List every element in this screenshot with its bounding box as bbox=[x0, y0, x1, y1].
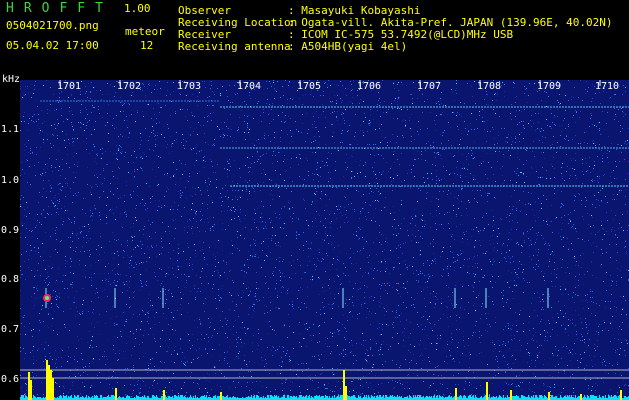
meteor-bar bbox=[343, 370, 345, 400]
x-tick: 1707 bbox=[417, 81, 442, 92]
meteor-echo-core bbox=[45, 296, 49, 300]
meteor-bar bbox=[163, 390, 165, 400]
meteor-bar bbox=[548, 392, 550, 400]
meteor-bar bbox=[345, 386, 347, 400]
x-tick: 1704 bbox=[237, 81, 262, 92]
y-tick: 0.9 bbox=[1, 225, 20, 236]
y-tick: 0.8 bbox=[1, 274, 20, 285]
x-tick: 1701 bbox=[57, 81, 82, 92]
meteor-bar bbox=[28, 372, 30, 400]
antenna-key: Receiving antenna bbox=[178, 40, 291, 53]
spectrogram-plot bbox=[20, 80, 629, 400]
y-axis-unit: kHz bbox=[2, 74, 21, 85]
location-value: : Ogata-vill. Akita-Pref. JAPAN (139.96E… bbox=[288, 16, 613, 29]
y-tick: 0.6 bbox=[1, 374, 20, 385]
meteor-label: meteor bbox=[125, 25, 165, 38]
meteor-bar bbox=[46, 360, 48, 400]
meteor-bar bbox=[52, 378, 54, 400]
x-tick: 1708 bbox=[477, 81, 502, 92]
meteor-bar bbox=[115, 388, 117, 400]
signal-band bbox=[20, 395, 629, 400]
observer-key: Observer bbox=[178, 4, 231, 17]
location-key: Receiving Location bbox=[178, 16, 298, 29]
y-tick: 1.1 bbox=[1, 124, 20, 135]
meteor-bar bbox=[486, 382, 488, 400]
version-label: 1.00 bbox=[124, 2, 151, 15]
antenna-value: : A504HB(yagi 4el) bbox=[288, 40, 408, 53]
meteor-bar bbox=[580, 394, 582, 400]
meteor-bar bbox=[620, 390, 622, 400]
observer-value: : Masayuki Kobayashi bbox=[288, 4, 421, 17]
x-tick: 1703 bbox=[177, 81, 202, 92]
receiver-key: Receiver bbox=[178, 28, 231, 41]
app-logo: HROFFT bbox=[6, 1, 113, 16]
filename-label: 0504021700.png bbox=[6, 19, 99, 32]
y-tick: 0.7 bbox=[1, 324, 20, 335]
y-tick: 1.0 bbox=[1, 175, 20, 186]
meteor-bar bbox=[30, 380, 32, 400]
x-tick: 1710 bbox=[595, 81, 620, 92]
timestamp-label: 05.04.02 17:00 bbox=[6, 39, 99, 52]
x-tick: 1702 bbox=[117, 81, 142, 92]
hrofft-window: HROFFT 1.00 0504021700.png meteor 05.04.… bbox=[0, 0, 629, 400]
spectrogram-canvas bbox=[20, 80, 629, 400]
x-tick: 1706 bbox=[357, 81, 382, 92]
meteor-count: 12 bbox=[140, 39, 154, 52]
meteor-bar bbox=[510, 390, 512, 400]
meteor-bar bbox=[220, 392, 222, 400]
noise-layer bbox=[20, 80, 629, 400]
x-tick: 1709 bbox=[537, 81, 562, 92]
meteor-bar bbox=[455, 388, 457, 400]
x-tick: 1705 bbox=[297, 81, 322, 92]
receiver-value: : ICOM IC-575 53.7492(@LCD)MHz USB bbox=[288, 28, 514, 41]
meteor-bar bbox=[48, 365, 50, 400]
meteor-bar bbox=[50, 370, 52, 400]
